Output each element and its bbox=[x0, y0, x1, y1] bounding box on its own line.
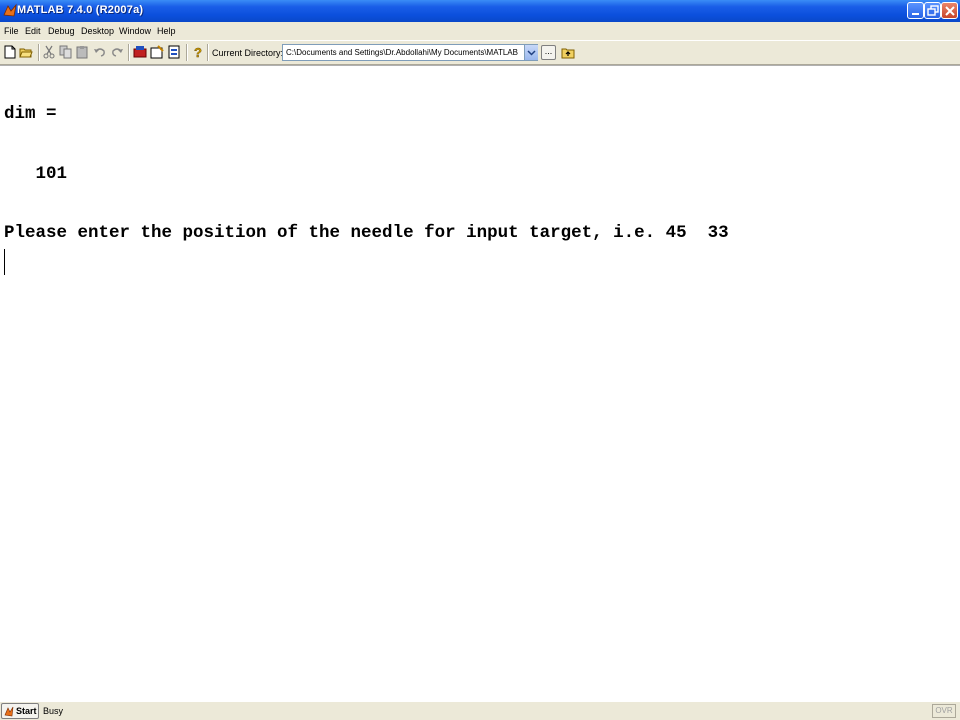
menu-debug[interactable]: Debug bbox=[48, 26, 75, 36]
menu-help[interactable]: Help bbox=[157, 26, 176, 36]
output-line-prompt: Please enter the position of the needle … bbox=[4, 223, 729, 243]
menu-file[interactable]: File bbox=[4, 26, 19, 36]
status-text: Busy bbox=[43, 706, 64, 716]
command-window[interactable]: dim = 101 Please enter the position of t… bbox=[0, 65, 960, 702]
restore-icon bbox=[927, 5, 939, 16]
minimize-icon bbox=[912, 13, 919, 15]
current-directory-dropdown[interactable] bbox=[524, 45, 538, 60]
browse-label: ... bbox=[544, 46, 553, 56]
start-button[interactable]: Start bbox=[1, 703, 39, 719]
close-button[interactable] bbox=[941, 2, 958, 19]
paste-icon[interactable] bbox=[76, 45, 90, 59]
toolbar-separator bbox=[186, 44, 188, 61]
redo-icon[interactable] bbox=[110, 45, 124, 59]
menu-bar: File Edit Debug Desktop Window Help bbox=[0, 22, 960, 40]
toolbar-separator bbox=[128, 44, 130, 61]
minimize-button[interactable] bbox=[907, 2, 924, 19]
toolbar: ? Current Directory: C:\Documents and Se… bbox=[0, 40, 960, 65]
help-icon[interactable]: ? bbox=[191, 45, 205, 59]
output-line-value: 101 bbox=[4, 164, 68, 184]
menu-desktop[interactable]: Desktop bbox=[81, 26, 114, 36]
svg-text:?: ? bbox=[194, 45, 202, 59]
close-icon bbox=[945, 6, 955, 16]
toolbar-separator bbox=[38, 44, 40, 61]
ovr-indicator: OVR bbox=[932, 704, 956, 718]
matlab-membrane-icon bbox=[3, 3, 17, 17]
window-title: MATLAB 7.4.0 (R2007a) bbox=[17, 4, 144, 16]
chevron-down-icon bbox=[527, 50, 536, 56]
menu-edit[interactable]: Edit bbox=[25, 26, 41, 36]
current-directory-value: C:\Documents and Settings\Dr.Abdollahi\M… bbox=[286, 48, 518, 57]
matlab-start-icon bbox=[4, 706, 14, 717]
status-bar: Start Busy OVR bbox=[0, 701, 960, 720]
guide-icon[interactable] bbox=[150, 45, 164, 59]
copy-icon[interactable] bbox=[59, 45, 73, 59]
new-file-icon[interactable] bbox=[3, 45, 17, 59]
browse-folder-button[interactable]: ... bbox=[541, 45, 556, 60]
current-directory-field[interactable]: C:\Documents and Settings\Dr.Abdollahi\M… bbox=[282, 44, 538, 61]
output-line-variable: dim = bbox=[4, 104, 57, 124]
simulink-icon[interactable] bbox=[133, 45, 147, 59]
current-directory-label: Current Directory: bbox=[212, 48, 284, 58]
text-cursor bbox=[4, 249, 5, 275]
restore-button[interactable] bbox=[924, 2, 941, 19]
profiler-icon[interactable] bbox=[167, 45, 181, 59]
open-folder-icon[interactable] bbox=[19, 45, 33, 59]
start-label: Start bbox=[16, 706, 37, 716]
menu-window[interactable]: Window bbox=[119, 26, 151, 36]
folder-up-icon[interactable] bbox=[561, 45, 575, 59]
toolbar-separator bbox=[207, 44, 209, 61]
cut-icon[interactable] bbox=[42, 45, 56, 59]
undo-icon[interactable] bbox=[93, 45, 107, 59]
title-bar: MATLAB 7.4.0 (R2007a) bbox=[0, 0, 960, 22]
